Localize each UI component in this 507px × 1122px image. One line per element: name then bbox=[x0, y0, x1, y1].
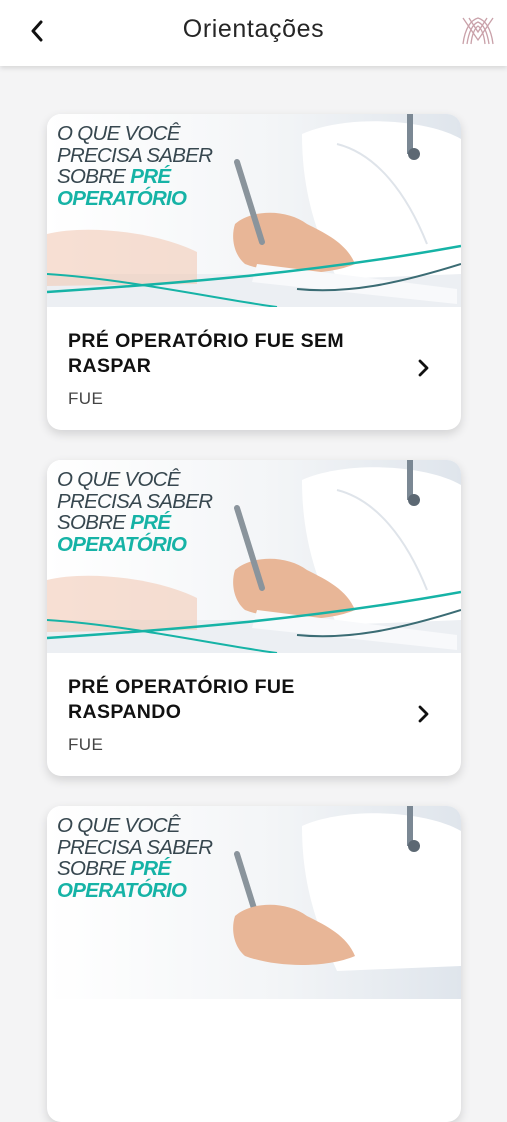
card-banner-image: O QUE VOCÊ PRECISA SABER SOBRE PRÉ OPERA… bbox=[47, 460, 461, 653]
banner-headline: O QUE VOCÊ PRECISA SABER SOBRE PRÉ OPERA… bbox=[57, 122, 213, 210]
card-banner-image: O QUE VOCÊ PRECISA SABER SOBRE PRÉ OPERA… bbox=[47, 114, 461, 307]
card-category: FUE bbox=[68, 389, 104, 408]
banner-headline: O QUE VOCÊ PRECISA SABER SOBRE PRÉ OPERA… bbox=[57, 468, 213, 556]
guidance-card[interactable]: O QUE VOCÊ PRECISA SABER SOBRE PRÉ OPERA… bbox=[47, 460, 461, 776]
guidance-card[interactable]: O QUE VOCÊ PRECISA SABER SOBRE PRÉ OPERA… bbox=[47, 114, 461, 430]
card-category: FUE bbox=[68, 735, 104, 754]
chevron-right-icon bbox=[418, 705, 429, 723]
chevron-right-icon bbox=[418, 359, 429, 377]
app-header: Orientações bbox=[0, 0, 507, 66]
clinic-logo-icon bbox=[462, 17, 494, 45]
card-title: PRÉ OPERATÓRIO FUE RASPANDO bbox=[68, 676, 295, 723]
card-banner-image: O QUE VOCÊ PRECISA SABER SOBRE PRÉ OPERA… bbox=[47, 806, 461, 999]
banner-headline: O QUE VOCÊ PRECISA SABER SOBRE PRÉ OPERA… bbox=[57, 814, 213, 902]
card-title: PRÉ OPERATÓRIO FUE SEM RASPAR bbox=[68, 330, 345, 377]
page-title: Orientações bbox=[182, 15, 325, 43]
guidance-card[interactable]: O QUE VOCÊ PRECISA SABER SOBRE PRÉ OPERA… bbox=[47, 806, 461, 1122]
